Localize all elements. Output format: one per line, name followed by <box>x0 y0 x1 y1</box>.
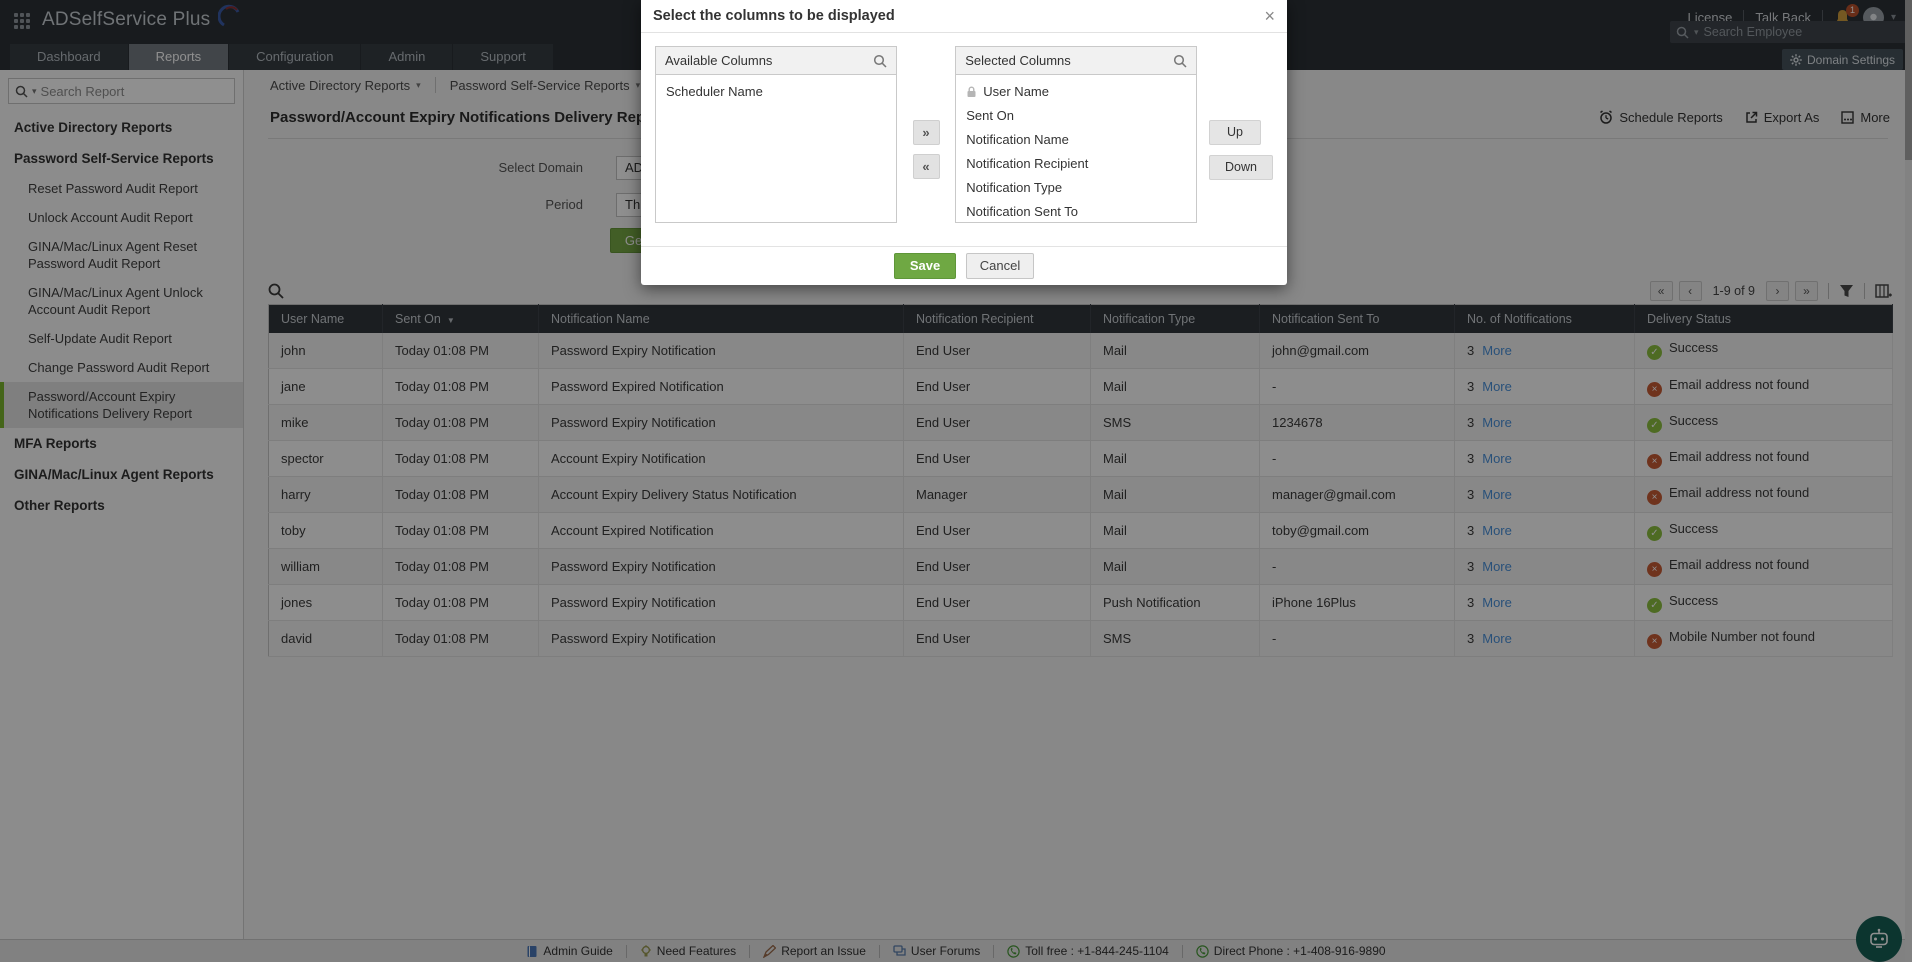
dialog-title-bar: Select the columns to be displayed × <box>641 0 1287 33</box>
move-left-button[interactable]: « <box>913 154 940 179</box>
selected-column-item[interactable]: Notification Sent To <box>956 200 1196 223</box>
reorder-controls: Up Down <box>1197 46 1273 223</box>
selected-column-label: User Name <box>983 84 1049 100</box>
selected-column-label: Notification Recipient <box>966 156 1088 172</box>
move-up-button[interactable]: Up <box>1209 120 1261 145</box>
search-icon[interactable] <box>873 54 887 68</box>
available-columns-list: Scheduler Name <box>656 75 896 223</box>
search-icon[interactable] <box>1173 54 1187 68</box>
move-down-button[interactable]: Down <box>1209 155 1273 180</box>
selected-column-label: Notification Sent To <box>966 204 1078 220</box>
dialog-body: Available Columns Scheduler Name » « Sel… <box>641 33 1287 223</box>
column-chooser-dialog: Select the columns to be displayed × Ava… <box>641 0 1287 285</box>
available-columns-title: Available Columns <box>665 53 772 68</box>
available-columns-header: Available Columns <box>656 47 896 75</box>
save-button[interactable]: Save <box>894 253 956 279</box>
selected-column-item[interactable]: Sent On <box>956 104 1196 128</box>
available-column-item[interactable]: Scheduler Name <box>656 80 896 104</box>
selected-column-label: Notification Name <box>966 132 1069 148</box>
close-icon[interactable]: × <box>1264 7 1275 25</box>
selected-columns-list: User Name Sent On Notification Name Notific… <box>956 75 1196 223</box>
selected-columns-title: Selected Columns <box>965 53 1071 68</box>
selected-columns-panel: Selected Columns User Name Sent On Notific… <box>955 46 1197 223</box>
selected-columns-header: Selected Columns <box>956 47 1196 75</box>
app-canvas: ADSelfService Plus License Talk Back 1 ▾… <box>0 0 1912 962</box>
move-right-button[interactable]: » <box>913 120 940 145</box>
selected-column-item[interactable]: User Name <box>956 80 1196 104</box>
selected-column-item[interactable]: Notification Recipient <box>956 152 1196 176</box>
available-columns-panel: Available Columns Scheduler Name <box>655 46 897 223</box>
transfer-controls: » « <box>897 46 955 223</box>
lock-icon <box>966 86 977 98</box>
cancel-button[interactable]: Cancel <box>966 253 1034 279</box>
selected-column-item[interactable]: Notification Name <box>956 128 1196 152</box>
selected-column-label: Sent On <box>966 108 1014 124</box>
dialog-footer: Save Cancel <box>641 246 1287 284</box>
dialog-title: Select the columns to be displayed <box>653 8 895 24</box>
selected-column-item[interactable]: Notification Type <box>956 176 1196 200</box>
selected-column-label: Notification Type <box>966 180 1062 196</box>
